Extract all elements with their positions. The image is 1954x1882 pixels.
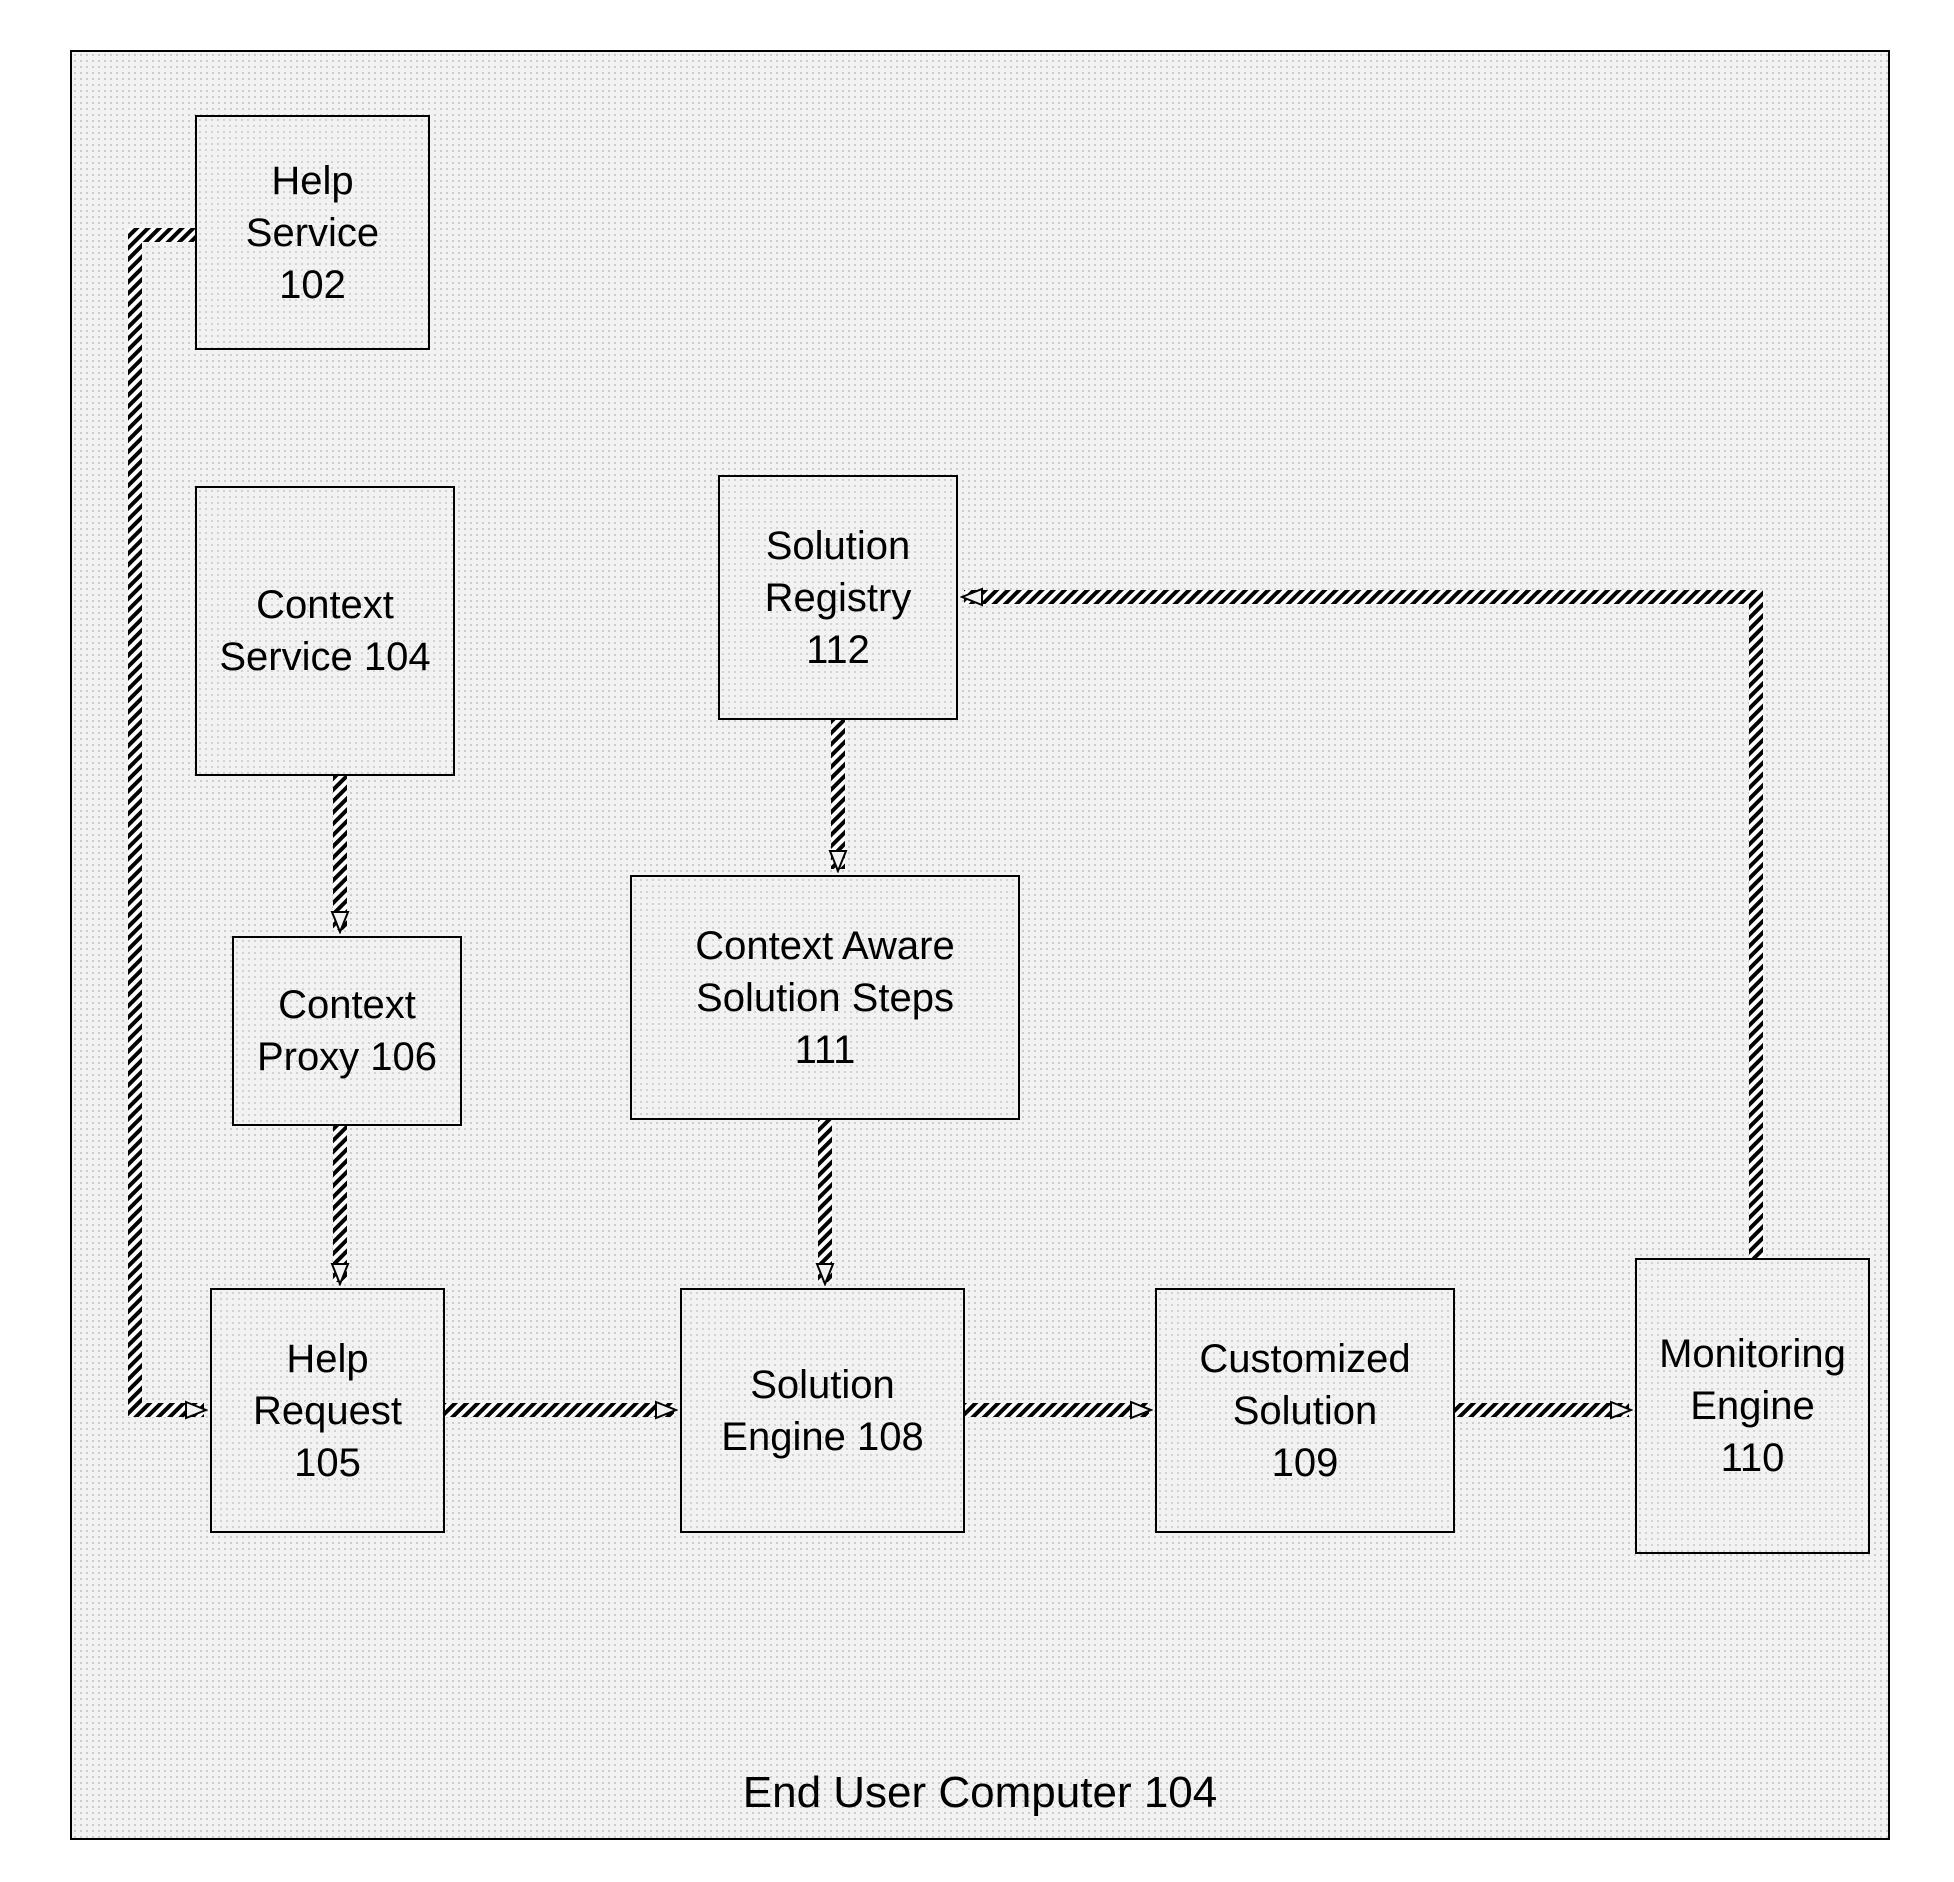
box-context-aware-solution-steps: Context Aware Solution Steps 111 [630, 875, 1020, 1120]
box-context-proxy: Context Proxy 106 [232, 936, 462, 1126]
text: Request [253, 1385, 402, 1437]
text: Solution [766, 520, 911, 572]
box-context-service: Context Service 104 [195, 486, 455, 776]
text: Service 104 [219, 631, 430, 683]
text: Customized [1199, 1333, 1410, 1385]
box-solution-registry: Solution Registry 112 [718, 475, 958, 720]
text: Monitoring [1659, 1328, 1846, 1380]
diagram-canvas: End User Computer 104 Help Service 102 C… [0, 0, 1954, 1882]
text: 102 [279, 259, 346, 311]
text: Proxy 106 [257, 1031, 437, 1083]
text: 112 [806, 624, 870, 676]
text: Service [246, 207, 379, 259]
text: 105 [294, 1437, 361, 1489]
text: 110 [1721, 1432, 1785, 1484]
box-help-service: Help Service 102 [195, 115, 430, 350]
container-label: End User Computer 104 [72, 1768, 1888, 1818]
text: Solution Steps [696, 972, 954, 1024]
text: Engine [1690, 1380, 1815, 1432]
text: 111 [795, 1024, 856, 1076]
text: Help [286, 1333, 368, 1385]
box-help-request: Help Request 105 [210, 1288, 445, 1533]
text: Context [256, 579, 394, 631]
text: Context Aware [695, 920, 954, 972]
box-monitoring-engine: Monitoring Engine 110 [1635, 1258, 1870, 1554]
text: Registry [765, 572, 912, 624]
box-solution-engine: Solution Engine 108 [680, 1288, 965, 1533]
text: Context [278, 979, 416, 1031]
text: 109 [1272, 1437, 1339, 1489]
text: Help [271, 155, 353, 207]
text: Solution [750, 1359, 895, 1411]
box-customized-solution: Customized Solution 109 [1155, 1288, 1455, 1533]
text: Engine 108 [721, 1411, 923, 1463]
text: Solution [1233, 1385, 1378, 1437]
